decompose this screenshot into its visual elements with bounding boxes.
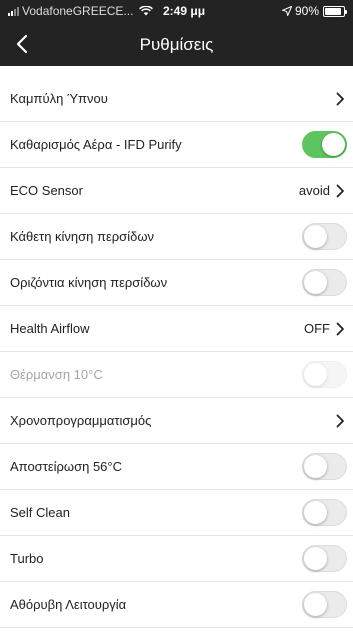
toggle-knob (304, 455, 327, 478)
toggle-switch[interactable] (302, 453, 347, 480)
toggle-switch[interactable] (302, 499, 347, 526)
toggle-knob (304, 593, 327, 616)
settings-row[interactable]: Health Airflow OFF (0, 306, 353, 352)
toggle-switch[interactable] (302, 545, 347, 572)
settings-row-label: Οριζόντια κίνηση περσίδων (10, 275, 168, 290)
toggle-switch[interactable] (302, 223, 347, 250)
chevron-right-icon (336, 322, 344, 335)
toggle-knob (322, 133, 345, 156)
settings-row[interactable]: ECO Sensor avoid (0, 168, 353, 214)
settings-row-value: OFF (304, 321, 330, 336)
settings-row-control (302, 499, 347, 526)
settings-row-label: Θέρμανση 10°C (10, 367, 103, 382)
toggle-switch (302, 361, 347, 388)
carrier-name: VodafoneGREECE... (22, 4, 134, 18)
settings-row-control (302, 361, 347, 388)
chevron-right-icon (336, 414, 344, 427)
settings-row-label: ECO Sensor (10, 183, 83, 198)
settings-row: Κάθετη κίνηση περσίδων (0, 214, 353, 260)
toggle-switch[interactable] (302, 269, 347, 296)
settings-row-label: Χρονοπρογραμματισμός (10, 413, 152, 428)
settings-row-label: Καθαρισμός Αέρα - IFD Purify (10, 137, 182, 152)
settings-row: Οριζόντια κίνηση περσίδων (0, 260, 353, 306)
settings-row-label: Health Airflow (10, 321, 90, 336)
settings-row[interactable]: Χρονοπρογραμματισμός (0, 398, 353, 444)
settings-row: Θέρμανση 10°C (0, 352, 353, 398)
page-title: Ρυθμίσεις (139, 35, 214, 54)
settings-row-control (336, 92, 347, 106)
location-arrow-icon (281, 6, 292, 16)
status-time: 2:49 μμ (163, 4, 206, 18)
settings-row: Turbo (0, 536, 353, 582)
nav-bar: Ρυθμίσεις (0, 22, 353, 66)
toggle-knob (304, 271, 327, 294)
toggle-switch[interactable] (302, 591, 347, 618)
toggle-knob (304, 225, 327, 248)
settings-row-control (302, 545, 347, 572)
status-right: 90% (281, 4, 347, 18)
status-bar: VodafoneGREECE... 2:49 μμ 90% (0, 0, 353, 22)
settings-row-label: Αθόρυβη Λειτουργία (10, 597, 127, 612)
settings-row-control (336, 414, 347, 428)
settings-row-label: Turbo (10, 551, 44, 566)
settings-row-control (302, 453, 347, 480)
settings-row: Αθόρυβη Λειτουργία (0, 582, 353, 628)
settings-row-control: avoid (299, 183, 347, 198)
toggle-knob (304, 501, 327, 524)
settings-row-control (302, 269, 347, 296)
cellular-signal-icon (8, 6, 19, 16)
battery-percentage: 90% (294, 4, 319, 18)
toggle-switch[interactable] (302, 131, 347, 158)
settings-row-control (302, 131, 347, 158)
settings-list: Καμπύλη Ύπνου Καθαρισμός Αέρα - IFD Purif… (0, 76, 353, 628)
settings-row-control (302, 223, 347, 250)
settings-row[interactable]: Καμπύλη Ύπνου (0, 76, 353, 122)
chevron-right-icon (336, 92, 344, 105)
toggle-knob (304, 363, 327, 386)
settings-row-value: avoid (298, 183, 330, 198)
settings-row: Αποστείρωση 56°C (0, 444, 353, 490)
settings-row-control (302, 591, 347, 618)
chevron-right-icon (336, 184, 344, 197)
wifi-icon (139, 6, 154, 16)
settings-row-label: Κάθετη κίνηση περσίδων (10, 229, 154, 244)
settings-row-label: Καμπύλη Ύπνου (10, 91, 108, 106)
settings-row-control: OFF (304, 321, 347, 336)
battery-icon (323, 5, 347, 17)
battery-level-fill (325, 7, 342, 15)
status-left: VodafoneGREECE... (8, 4, 154, 18)
toggle-knob (304, 547, 327, 570)
settings-row: Καθαρισμός Αέρα - IFD Purify (0, 122, 353, 168)
settings-row-label: Αποστείρωση 56°C (10, 459, 122, 474)
settings-row: Self Clean (0, 490, 353, 536)
settings-row-label: Self Clean (10, 505, 70, 520)
